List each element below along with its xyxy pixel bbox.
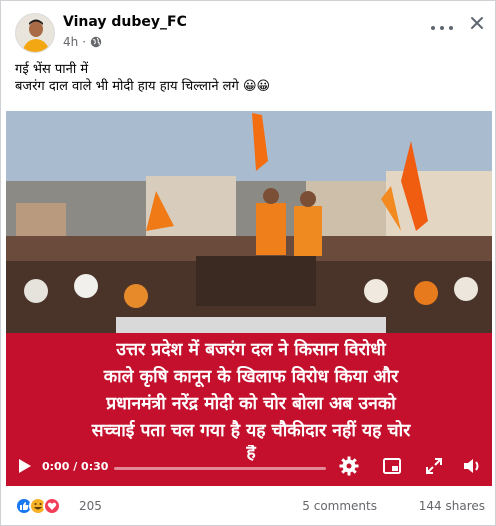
post-text-line: बजरंग दाल वाले भी मोदी हाय हाय चिल्लाने … — [15, 79, 271, 94]
post-header: Vinay dubey_FC 4h · — [15, 13, 485, 55]
post-text-line: गई भेंस पानी में — [15, 62, 89, 77]
video-controls: 0:00 / 0:30 — [6, 448, 492, 486]
comments-count[interactable]: 5 comments — [302, 499, 377, 513]
video-caption: उत्तर प्रदेश में बजरंग दल ने किसान विरोध… — [26, 337, 476, 461]
settings-icon[interactable] — [339, 456, 359, 476]
love-reaction-icon — [43, 497, 61, 515]
picture-in-picture-icon[interactable] — [382, 456, 402, 476]
post-card: Vinay dubey_FC 4h · गई भेंस पानी में बजर… — [0, 0, 496, 526]
video-frame — [6, 111, 492, 333]
caption-line: काले कृषि कानून के खिलाफ विरोध किया और — [103, 367, 399, 387]
fullscreen-icon[interactable] — [424, 456, 444, 476]
more-options-icon[interactable] — [431, 19, 453, 37]
caption-line: सच्चाई पता चल गया है यह चौकीदार नहीं यह … — [91, 421, 411, 441]
progress-bar[interactable] — [114, 467, 326, 470]
globe-icon — [90, 36, 102, 48]
video-player[interactable]: उत्तर प्रदेश में बजरंग दल ने किसान विरोध… — [6, 111, 492, 486]
post-meta: 4h · — [63, 35, 102, 49]
caption-line: प्रधानमंत्री नरेंद्र मोदी को चोर बोला अब… — [106, 394, 396, 414]
caption-line: उत्तर प्रदेश में बजरंग दल ने किसान विरोध… — [116, 340, 386, 360]
reaction-count[interactable]: 205 — [79, 499, 102, 513]
reactions[interactable] — [15, 497, 61, 515]
post-time[interactable]: 4h — [63, 35, 78, 49]
volume-icon[interactable] — [462, 456, 482, 476]
video-time: 0:00 / 0:30 — [42, 460, 109, 473]
post-footer: 205 5 comments 144 shares — [15, 493, 485, 519]
avatar[interactable] — [15, 13, 55, 53]
close-icon[interactable] — [469, 15, 485, 31]
author-name[interactable]: Vinay dubey_FC — [63, 14, 187, 30]
post-text: गई भेंस पानी में बजरंग दाल वाले भी मोदी … — [15, 61, 475, 95]
shares-count[interactable]: 144 shares — [419, 499, 485, 513]
play-icon[interactable] — [14, 456, 34, 476]
